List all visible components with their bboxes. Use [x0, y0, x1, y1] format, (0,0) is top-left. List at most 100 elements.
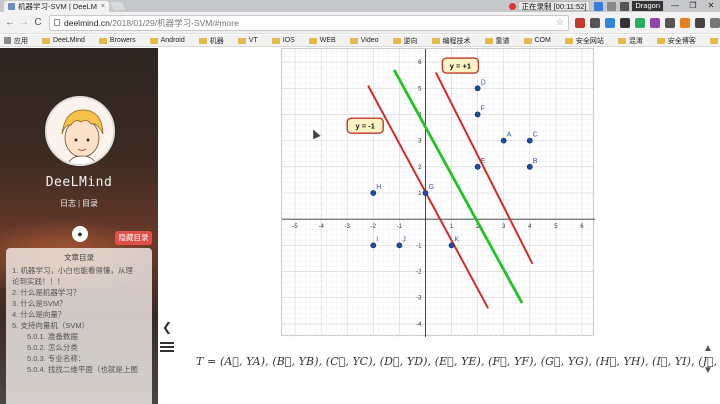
toc-item[interactable]: 4. 什么是向量？ — [12, 309, 146, 320]
data-point — [526, 137, 533, 144]
data-point-label: G — [428, 184, 433, 191]
settings-icon[interactable] — [607, 1, 617, 11]
bookmark-item[interactable]: 逆向 — [392, 36, 418, 46]
browser-tab[interactable]: 机器学习-SVM | DeeLM × — [4, 1, 109, 12]
folder-icon — [484, 37, 493, 44]
bookmark-item[interactable]: 编程技术 — [431, 36, 471, 46]
svm-chart: -5-4-3-2-1123456-4-3-2-1123456y = +1y = … — [281, 48, 595, 337]
bookmark-label: 编程技术 — [442, 37, 471, 45]
maximize-button[interactable]: ❐ — [684, 0, 702, 12]
extension-icon[interactable] — [665, 17, 675, 28]
sidebar-links: 日志 | 目录 — [0, 198, 158, 209]
address-bar[interactable]: deelmind.cn /2018/01/29/机器学习-SVM/#more ☆ — [49, 14, 569, 31]
scroll-down-icon[interactable]: ▼ — [703, 365, 713, 376]
bookmark-item[interactable]: COM — [523, 37, 551, 44]
separating-hyperplane-line — [392, 69, 524, 304]
bookmark-item[interactable]: IOS — [271, 37, 295, 44]
toc-item[interactable]: 5.0.3. 专业名称： — [12, 353, 146, 364]
toc-item[interactable]: 论到实践！！！ — [12, 276, 146, 287]
extension-icon[interactable] — [635, 17, 645, 28]
bookmark-item[interactable]: WEB — [308, 37, 336, 44]
folder-icon — [237, 37, 246, 44]
scroll-up-icon[interactable]: ▲ — [703, 343, 713, 354]
menu-icon[interactable] — [710, 17, 720, 28]
browser-toolbar: ← → C deelmind.cn /2018/01/29/机器学习-SVM/#… — [0, 12, 720, 34]
page-info-icon[interactable] — [54, 19, 60, 26]
extension-icon[interactable] — [650, 17, 660, 28]
monitor-icon[interactable] — [620, 1, 630, 11]
bookmark-item[interactable]: Blog-CN — [709, 37, 720, 44]
data-point-label: B — [533, 158, 538, 165]
toc-item[interactable]: 5.0.1. 准备数据 — [12, 331, 146, 342]
extension-icon[interactable] — [590, 17, 600, 28]
toc-title: 文章目录 — [64, 253, 94, 262]
data-point-label: F — [481, 105, 485, 112]
bookmark-star-icon[interactable]: ☆ — [556, 17, 564, 28]
toc-item[interactable]: 2. 什么是机器学习？ — [12, 287, 146, 298]
x-tick-label: -5 — [292, 224, 298, 230]
toc-item[interactable]: 5. 支持向量机（SVM） — [12, 320, 146, 331]
toc-item[interactable]: 5.0.2. 怎么分类 — [12, 342, 146, 353]
y-tick-label: 6 — [418, 60, 422, 66]
home-link[interactable]: 日志 — [60, 199, 76, 208]
folder-icon — [349, 37, 358, 44]
hide-toc-button[interactable]: 隐藏目录 — [115, 231, 152, 245]
close-window-button[interactable]: ✕ — [702, 0, 720, 12]
chart-svg: -5-4-3-2-1123456-4-3-2-1123456y = +1y = … — [282, 49, 595, 337]
margin-line — [367, 85, 489, 309]
data-point-label: H — [376, 184, 381, 191]
data-point-label: J — [402, 236, 406, 243]
collapse-left-icon[interactable]: ❮ — [162, 320, 172, 334]
forward-button[interactable]: → — [17, 16, 31, 30]
x-tick-label: 3 — [502, 224, 506, 230]
bookmark-item[interactable]: Browers — [98, 37, 136, 44]
avatar[interactable] — [45, 96, 115, 166]
y-tick-label: 2 — [418, 165, 422, 171]
bookmark-item[interactable]: VT — [237, 37, 258, 44]
user-badge[interactable]: Dragon — [632, 1, 663, 11]
tags-link[interactable]: 目录 — [82, 199, 98, 208]
minimize-button[interactable]: — — [666, 0, 684, 12]
x-tick-label: -3 — [345, 224, 351, 230]
extension-icon[interactable] — [695, 17, 705, 28]
camera-icon[interactable] — [594, 1, 604, 11]
bookmark-item[interactable]: 靠谱 — [484, 36, 510, 46]
bookmark-item[interactable]: Video — [349, 37, 379, 44]
hamburger-menu-icon[interactable] — [160, 342, 174, 354]
bookmark-item[interactable]: Android — [149, 37, 185, 44]
toc-item[interactable]: 1. 机器学习，小白也能看得懂，从理 — [12, 265, 146, 276]
bookmark-item[interactable]: 应用 — [4, 36, 28, 46]
back-button[interactable]: ← — [3, 16, 17, 30]
folder-icon — [98, 37, 107, 44]
x-tick-label: -1 — [397, 224, 403, 230]
data-point — [370, 242, 377, 249]
bookmark-item[interactable]: DeeLMind — [42, 37, 85, 44]
extension-icon[interactable] — [575, 17, 585, 28]
extension-icon[interactable] — [680, 17, 690, 28]
url-path: /2018/01/29/机器学习-SVM/#more — [109, 17, 239, 28]
bookmark-item[interactable]: 混淆 — [617, 36, 643, 46]
table-of-contents: 文章目录 1. 机器学习，小白也能看得懂，从理 论到实践！！！ 2. 什么是机器学习… — [6, 248, 152, 404]
record-icon — [508, 2, 516, 10]
github-icon[interactable]: ● — [72, 226, 88, 242]
new-tab-button[interactable] — [110, 2, 126, 10]
folder-icon — [198, 37, 207, 44]
blog-name[interactable]: DeeLMind — [0, 175, 158, 190]
bookmark-item[interactable]: 安全网站 — [564, 36, 604, 46]
toc-item[interactable]: 3. 什么是SVM？ — [12, 298, 146, 309]
y-tick-label: -4 — [416, 322, 422, 328]
x-tick-label: 6 — [580, 224, 584, 230]
bookmark-label: 逆向 — [403, 37, 418, 45]
folder-icon — [709, 37, 718, 44]
tab-title: 机器学习-SVM | DeeLM — [18, 2, 98, 11]
tab-close-icon[interactable]: × — [101, 3, 105, 10]
reload-button[interactable]: C — [31, 16, 45, 30]
extension-icon[interactable] — [605, 17, 615, 28]
toc-item[interactable]: 5.0.4. 找找二维平面（也就是上图 — [12, 364, 146, 375]
bookmark-item[interactable]: 机器 — [198, 36, 224, 46]
extension-icon[interactable] — [620, 17, 630, 28]
bookmark-label: 混淆 — [628, 37, 643, 45]
x-tick-label: -2 — [371, 224, 377, 230]
bookmark-item[interactable]: 安全博客 — [656, 36, 696, 46]
y-tick-label: 5 — [418, 86, 422, 92]
